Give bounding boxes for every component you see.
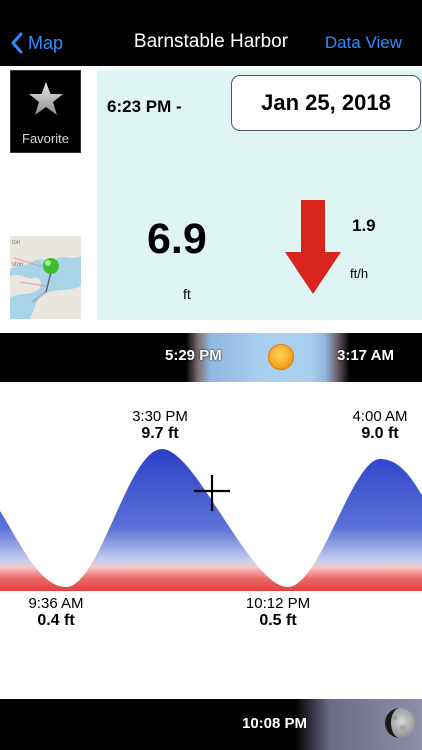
svg-text:ton: ton xyxy=(12,240,20,246)
star-icon xyxy=(29,82,63,115)
sunrise-time: 5:29 PM xyxy=(165,347,222,364)
favorite-button[interactable]: Favorite xyxy=(10,70,81,153)
rate-value: 1.9 xyxy=(352,216,376,235)
chevron-left-icon xyxy=(11,32,23,54)
down-arrow-icon xyxy=(285,200,341,294)
data-view-button[interactable]: Data View xyxy=(325,33,402,53)
moon-icon xyxy=(385,708,415,738)
tide-chart[interactable]: 3:30 PM 9.7 ft 4:00 AM 9.0 ft 9:36 AM 0.… xyxy=(0,383,422,699)
svg-text:ston: ston xyxy=(12,262,23,268)
map-thumbnail[interactable]: ton ston xyxy=(10,236,81,319)
high-tide-label: 3:30 PM 9.7 ft xyxy=(132,408,188,442)
low-tide-label: 10:12 PM 0.5 ft xyxy=(245,595,311,629)
date-selector[interactable]: Jan 25, 2018 xyxy=(231,75,421,131)
rate-unit: ft/h xyxy=(350,266,369,281)
favorite-label: Favorite xyxy=(22,131,69,146)
current-height: 6.9 xyxy=(147,215,207,263)
current-tide-panel: 6:23 PM - Jan 25, 2018 6.9 ft 1.9 ft/h xyxy=(97,70,422,320)
current-time: 6:23 PM - xyxy=(107,97,182,116)
moon-time: 10:08 PM xyxy=(242,715,308,732)
back-to-map-button[interactable]: Map xyxy=(10,30,63,56)
map-image: ton ston xyxy=(10,236,81,319)
moon-timeline: 10:08 PM xyxy=(0,699,422,750)
sunset-time: 3:17 AM xyxy=(337,347,394,364)
height-unit: ft xyxy=(183,286,191,302)
navigation-bar: Map Barnstable Harbor Data View xyxy=(0,0,422,66)
high-tide-label: 4:00 AM 9.0 ft xyxy=(352,408,408,442)
sun-icon xyxy=(268,344,294,370)
back-button-label: Map xyxy=(28,32,64,53)
low-tide-label: 9:36 AM 0.4 ft xyxy=(28,595,84,629)
sun-timeline: 5:29 PM 3:17 AM xyxy=(0,333,422,382)
